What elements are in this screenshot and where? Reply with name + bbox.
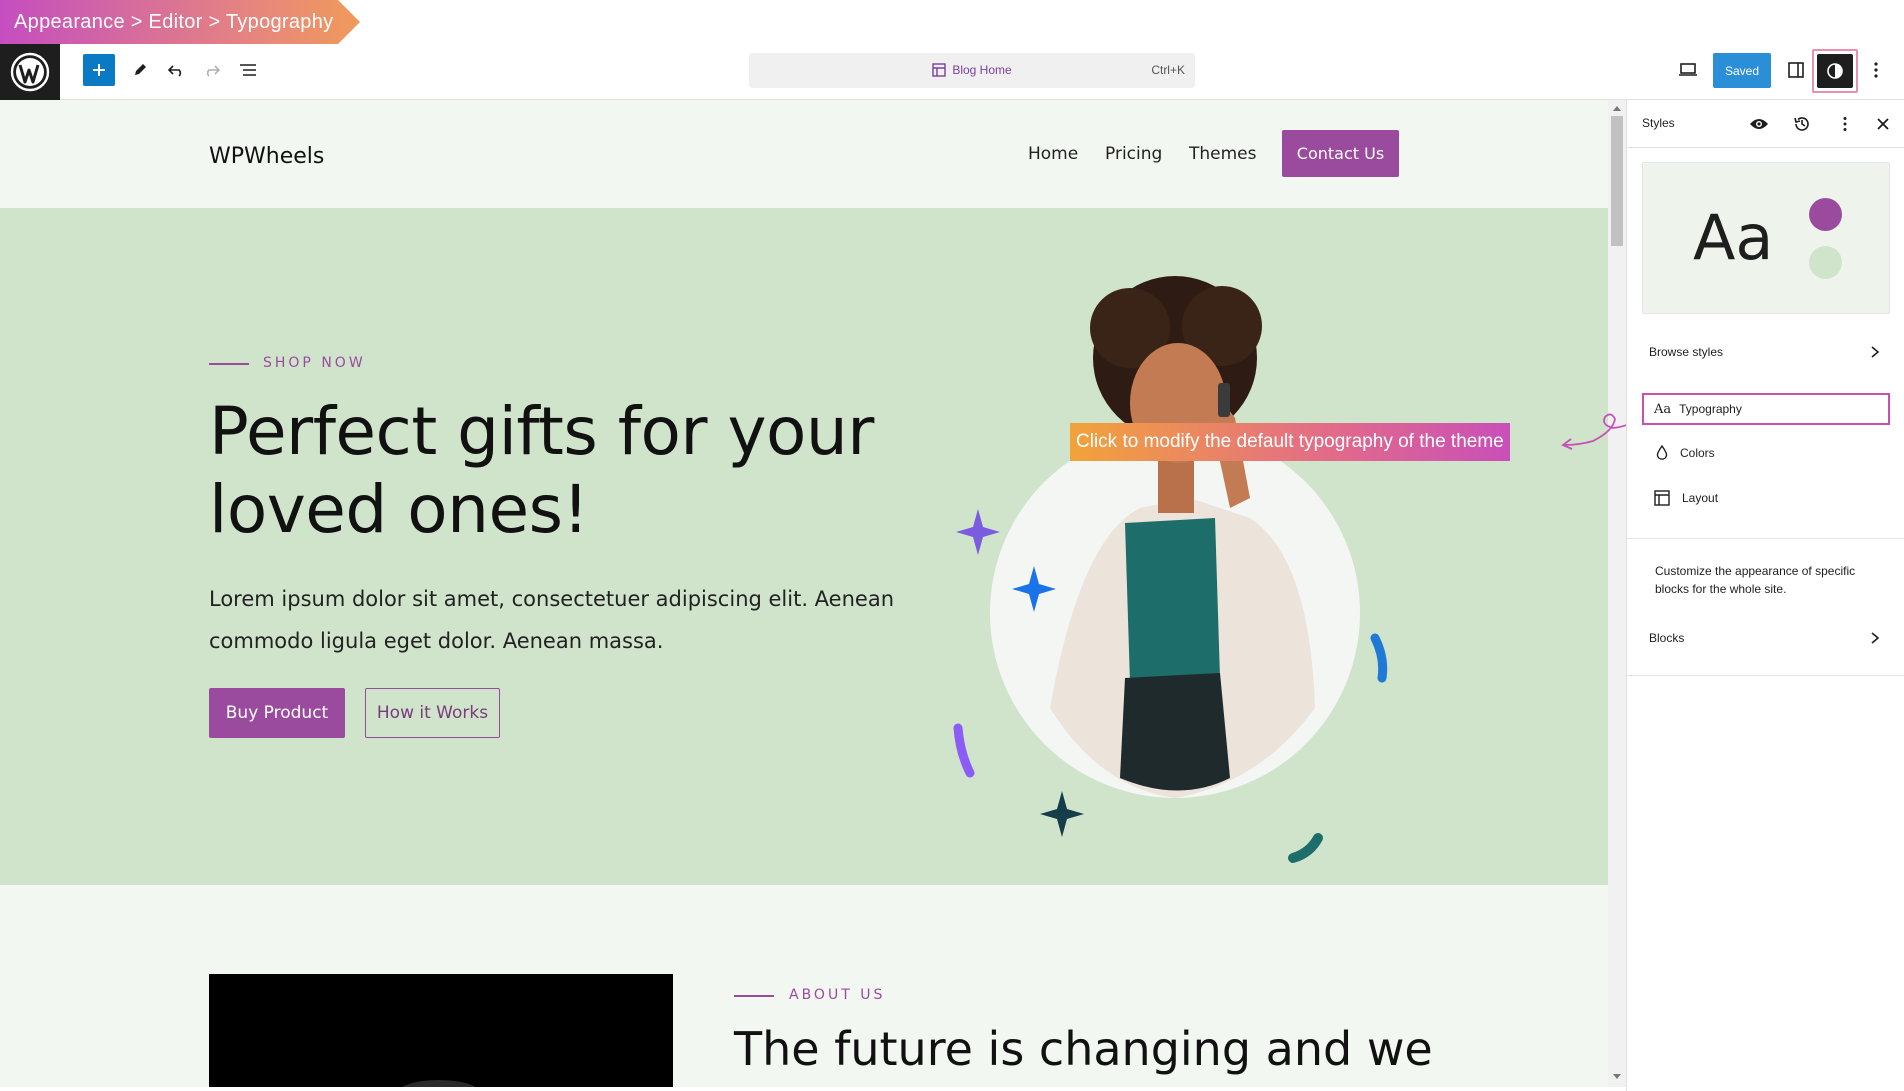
browse-styles-label: Browse styles [1649,345,1724,359]
style-book-button[interactable] [1747,112,1771,136]
site-editor: Blog Home Ctrl+K Saved Appearance > Edit… [0,0,1904,1091]
buy-product-button[interactable]: Buy Product [209,688,345,738]
breadcrumb: Appearance > Editor > Typography [0,0,360,44]
style-preview[interactable]: Aa [1642,162,1890,314]
eye-icon [1750,119,1768,129]
list-view-icon [240,64,256,76]
styles-options-button[interactable] [1833,112,1857,136]
typography-tooltip: Click to modify the default typography o… [1070,423,1510,461]
shortcut-hint: Ctrl+K [1151,63,1185,77]
sidebar-title: Styles [1642,116,1675,130]
chevron-right-icon [1871,632,1880,644]
editor-canvas[interactable]: WPWheels Home Pricing Themes Contact Us … [0,100,1608,1087]
hero-paragraph[interactable]: Lorem ipsum dolor sit amet, consectetuer… [209,578,909,662]
plus-icon [93,64,105,76]
revisions-button[interactable] [1790,112,1814,136]
contact-us-button[interactable]: Contact Us [1282,130,1399,177]
list-view-button[interactable] [232,54,264,86]
styles-toggle-button[interactable] [1812,49,1858,93]
wordpress-logo-icon[interactable] [0,44,60,100]
about-kicker[interactable]: ABOUT US [789,987,885,1003]
chevron-right-icon [1871,346,1880,358]
hero-image[interactable] [930,208,1430,885]
undo-icon [167,65,182,77]
hero-heading[interactable]: Perfect gifts for your loved ones! [209,393,929,549]
typography-item[interactable]: Aa Typography [1642,393,1890,425]
preview-text: Aa [1693,201,1774,274]
view-button[interactable] [1672,54,1704,86]
about-heading[interactable]: The future is changing and we [734,1022,1433,1076]
sidebar-divider [1627,675,1904,676]
options-menu-button[interactable] [1860,54,1892,86]
close-icon [1877,118,1889,130]
more-vertical-icon [1843,117,1847,131]
nav-link-pricing[interactable]: Pricing [1105,144,1162,164]
blocks-description: Customize the appearance of specific blo… [1655,564,1856,596]
pencil-icon [135,64,146,75]
redo-icon [206,65,221,77]
typography-label: Typography [1679,402,1742,416]
colors-item[interactable]: Colors [1642,437,1890,469]
secondary-color-swatch [1809,246,1842,279]
about-kicker-divider [734,995,774,997]
site-title[interactable]: WPWheels [209,144,324,169]
command-palette-bar[interactable]: Blog Home Ctrl+K [749,53,1195,88]
browse-styles-item[interactable]: Browse styles [1642,336,1890,368]
blocks-label: Blocks [1649,631,1685,645]
sidebar-header: Styles [1627,100,1904,148]
settings-panel-button[interactable] [1780,54,1812,86]
blocks-item[interactable]: Blocks [1642,622,1890,654]
nav-link-home[interactable]: Home [1028,144,1078,164]
layout-label: Layout [1682,491,1719,505]
tools-button[interactable] [124,54,156,86]
kicker-divider [209,363,249,365]
hero-section[interactable]: SHOP NOW Perfect gifts for your loved on… [0,208,1608,885]
canvas-scrollbar[interactable] [1608,100,1626,1087]
colors-label: Colors [1680,446,1715,460]
sidebar-divider [1627,538,1904,539]
site-header: WPWheels Home Pricing Themes Contact Us [0,100,1608,208]
saved-button[interactable]: Saved [1713,53,1771,88]
about-image[interactable] [209,974,673,1087]
droplet-icon [1656,445,1668,460]
hero-kicker[interactable]: SHOP NOW [263,355,366,371]
how-it-works-button[interactable]: How it Works [365,688,500,738]
template-icon [932,63,947,77]
layout-icon [1654,490,1670,506]
redo-button[interactable] [196,54,228,86]
add-block-button[interactable] [83,54,115,86]
history-icon [1794,117,1809,131]
desktop-icon [1679,63,1697,76]
half-circle-icon [1827,63,1843,79]
typography-icon: Aa [1654,401,1672,417]
close-sidebar-button[interactable] [1871,112,1895,136]
nav-link-themes[interactable]: Themes [1189,144,1257,164]
more-vertical-icon [1874,62,1878,78]
undo-button[interactable] [160,54,192,86]
primary-color-swatch [1809,198,1842,231]
styles-sidebar: Styles Aa Browse styles Aa Typography Co… [1626,100,1904,1091]
sidebar-icon [1788,62,1804,78]
document-title: Blog Home [952,63,1012,77]
layout-item[interactable]: Layout [1642,482,1890,514]
scrollbar-thumb[interactable] [1611,116,1623,246]
